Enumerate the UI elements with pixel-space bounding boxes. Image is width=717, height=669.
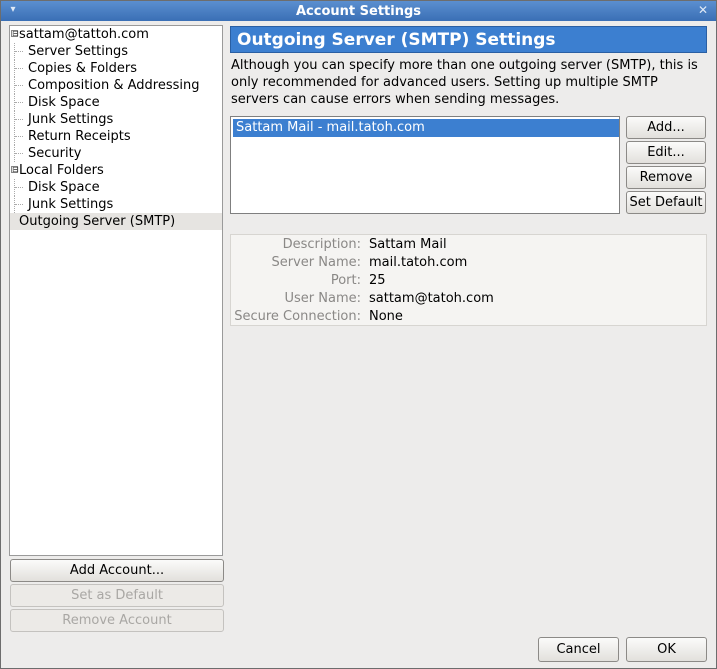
detail-server-name-row: Server Name: mail.tatoh.com	[231, 254, 706, 272]
tree-item-junk-settings[interactable]: Junk Settings	[10, 111, 222, 128]
set-default-server-button[interactable]: Set Default	[626, 191, 706, 214]
tree-item-label: Copies & Folders	[28, 61, 138, 76]
account-settings-window: ▾ Account Settings ✕ ⊟ sattam@tattoh.com…	[0, 0, 717, 669]
smtp-server-row[interactable]: Sattam Mail - mail.tatoh.com	[233, 119, 619, 137]
tree-item-composition[interactable]: Composition & Addressing	[10, 77, 222, 94]
detail-user-name-row: User Name: sattam@tatoh.com	[231, 290, 706, 308]
cancel-label: Cancel	[556, 642, 601, 657]
collapse-icon[interactable]: ⊟	[11, 166, 19, 174]
tree-item-server-settings[interactable]: Server Settings	[10, 43, 222, 60]
tree-item-local-disk-space[interactable]: Disk Space	[10, 179, 222, 196]
add-account-button[interactable]: Add Account...	[10, 559, 224, 582]
panel-description: Although you can specify more than one o…	[231, 58, 698, 107]
set-default-server-label: Set Default	[629, 195, 703, 210]
remove-server-label: Remove	[639, 170, 693, 185]
tree-item-outgoing-server[interactable]: Outgoing Server (SMTP)	[10, 213, 222, 230]
detail-secure-connection-row: Secure Connection: None	[231, 308, 706, 326]
cancel-button[interactable]: Cancel	[538, 637, 619, 662]
ok-button[interactable]: OK	[626, 637, 707, 662]
tree-guide-line	[14, 43, 24, 60]
collapse-icon[interactable]: ⊟	[11, 30, 19, 38]
tree-item-label: Junk Settings	[28, 197, 114, 212]
description-label: Description:	[282, 237, 361, 252]
user-name-label: User Name:	[284, 291, 362, 306]
set-as-default-button[interactable]: Set as Default	[10, 584, 224, 607]
server-name-value: mail.tatoh.com	[369, 255, 468, 270]
detail-port-row: Port: 25	[231, 272, 706, 290]
tree-guide-line	[14, 94, 24, 111]
smtp-server-list[interactable]: Sattam Mail - mail.tatoh.com	[230, 116, 620, 214]
close-icon[interactable]: ✕	[696, 3, 710, 17]
remove-account-label: Remove Account	[62, 613, 172, 628]
tree-item-local-junk-settings[interactable]: Junk Settings	[10, 196, 222, 213]
server-details-panel: Description: Sattam Mail Server Name: ma…	[230, 234, 707, 326]
tree-item-label: Disk Space	[28, 180, 100, 195]
description-value: Sattam Mail	[369, 237, 447, 252]
secure-connection-label: Secure Connection:	[234, 309, 361, 324]
tree-item-label: sattam@tattoh.com	[19, 27, 149, 42]
tree-guide-line	[14, 179, 24, 196]
tree-item-label: Security	[28, 146, 82, 161]
secure-connection-value: None	[369, 309, 403, 324]
tree-guide-line	[14, 145, 24, 162]
panel-heading: Outgoing Server (SMTP) Settings	[230, 26, 707, 53]
tree-guide-line	[14, 77, 24, 94]
set-as-default-label: Set as Default	[71, 588, 163, 603]
ok-label: OK	[657, 642, 676, 657]
account-tree[interactable]: ⊟ sattam@tattoh.com Server Settings Copi…	[9, 25, 223, 556]
tree-item-return-receipts[interactable]: Return Receipts	[10, 128, 222, 145]
add-server-button[interactable]: Add...	[626, 116, 706, 139]
tree-item-label: Composition & Addressing	[28, 78, 200, 93]
window-menu-icon[interactable]: ▾	[7, 4, 19, 16]
tree-item-label: Server Settings	[28, 44, 129, 59]
tree-guide-line	[14, 196, 24, 213]
edit-server-label: Edit...	[647, 145, 685, 160]
tree-item-disk-space[interactable]: Disk Space	[10, 94, 222, 111]
remove-account-button[interactable]: Remove Account	[10, 609, 224, 632]
server-name-label: Server Name:	[271, 255, 362, 270]
tree-item-label: Disk Space	[28, 95, 100, 110]
port-value: 25	[369, 273, 386, 288]
add-account-label: Add Account...	[69, 563, 165, 578]
add-server-label: Add...	[647, 120, 685, 135]
tree-item-label: Local Folders	[19, 163, 104, 178]
edit-server-button[interactable]: Edit...	[626, 141, 706, 164]
title-bar[interactable]: ▾ Account Settings ✕	[1, 1, 716, 21]
tree-item-copies-folders[interactable]: Copies & Folders	[10, 60, 222, 77]
tree-guide-line	[14, 111, 24, 128]
user-name-value: sattam@tatoh.com	[369, 291, 494, 306]
tree-item-security[interactable]: Security	[10, 145, 222, 162]
port-label: Port:	[330, 273, 361, 288]
remove-server-button[interactable]: Remove	[626, 166, 706, 189]
detail-description-row: Description: Sattam Mail	[231, 236, 706, 254]
tree-guide-line	[14, 60, 24, 77]
tree-item-account[interactable]: ⊟ sattam@tattoh.com	[10, 26, 222, 43]
tree-item-local-folders[interactable]: ⊟ Local Folders	[10, 162, 222, 179]
window-title: Account Settings	[295, 3, 422, 19]
tree-guide-line	[14, 128, 24, 145]
tree-item-label: Outgoing Server (SMTP)	[19, 214, 176, 229]
tree-item-label: Return Receipts	[28, 129, 131, 144]
tree-item-label: Junk Settings	[28, 112, 114, 127]
